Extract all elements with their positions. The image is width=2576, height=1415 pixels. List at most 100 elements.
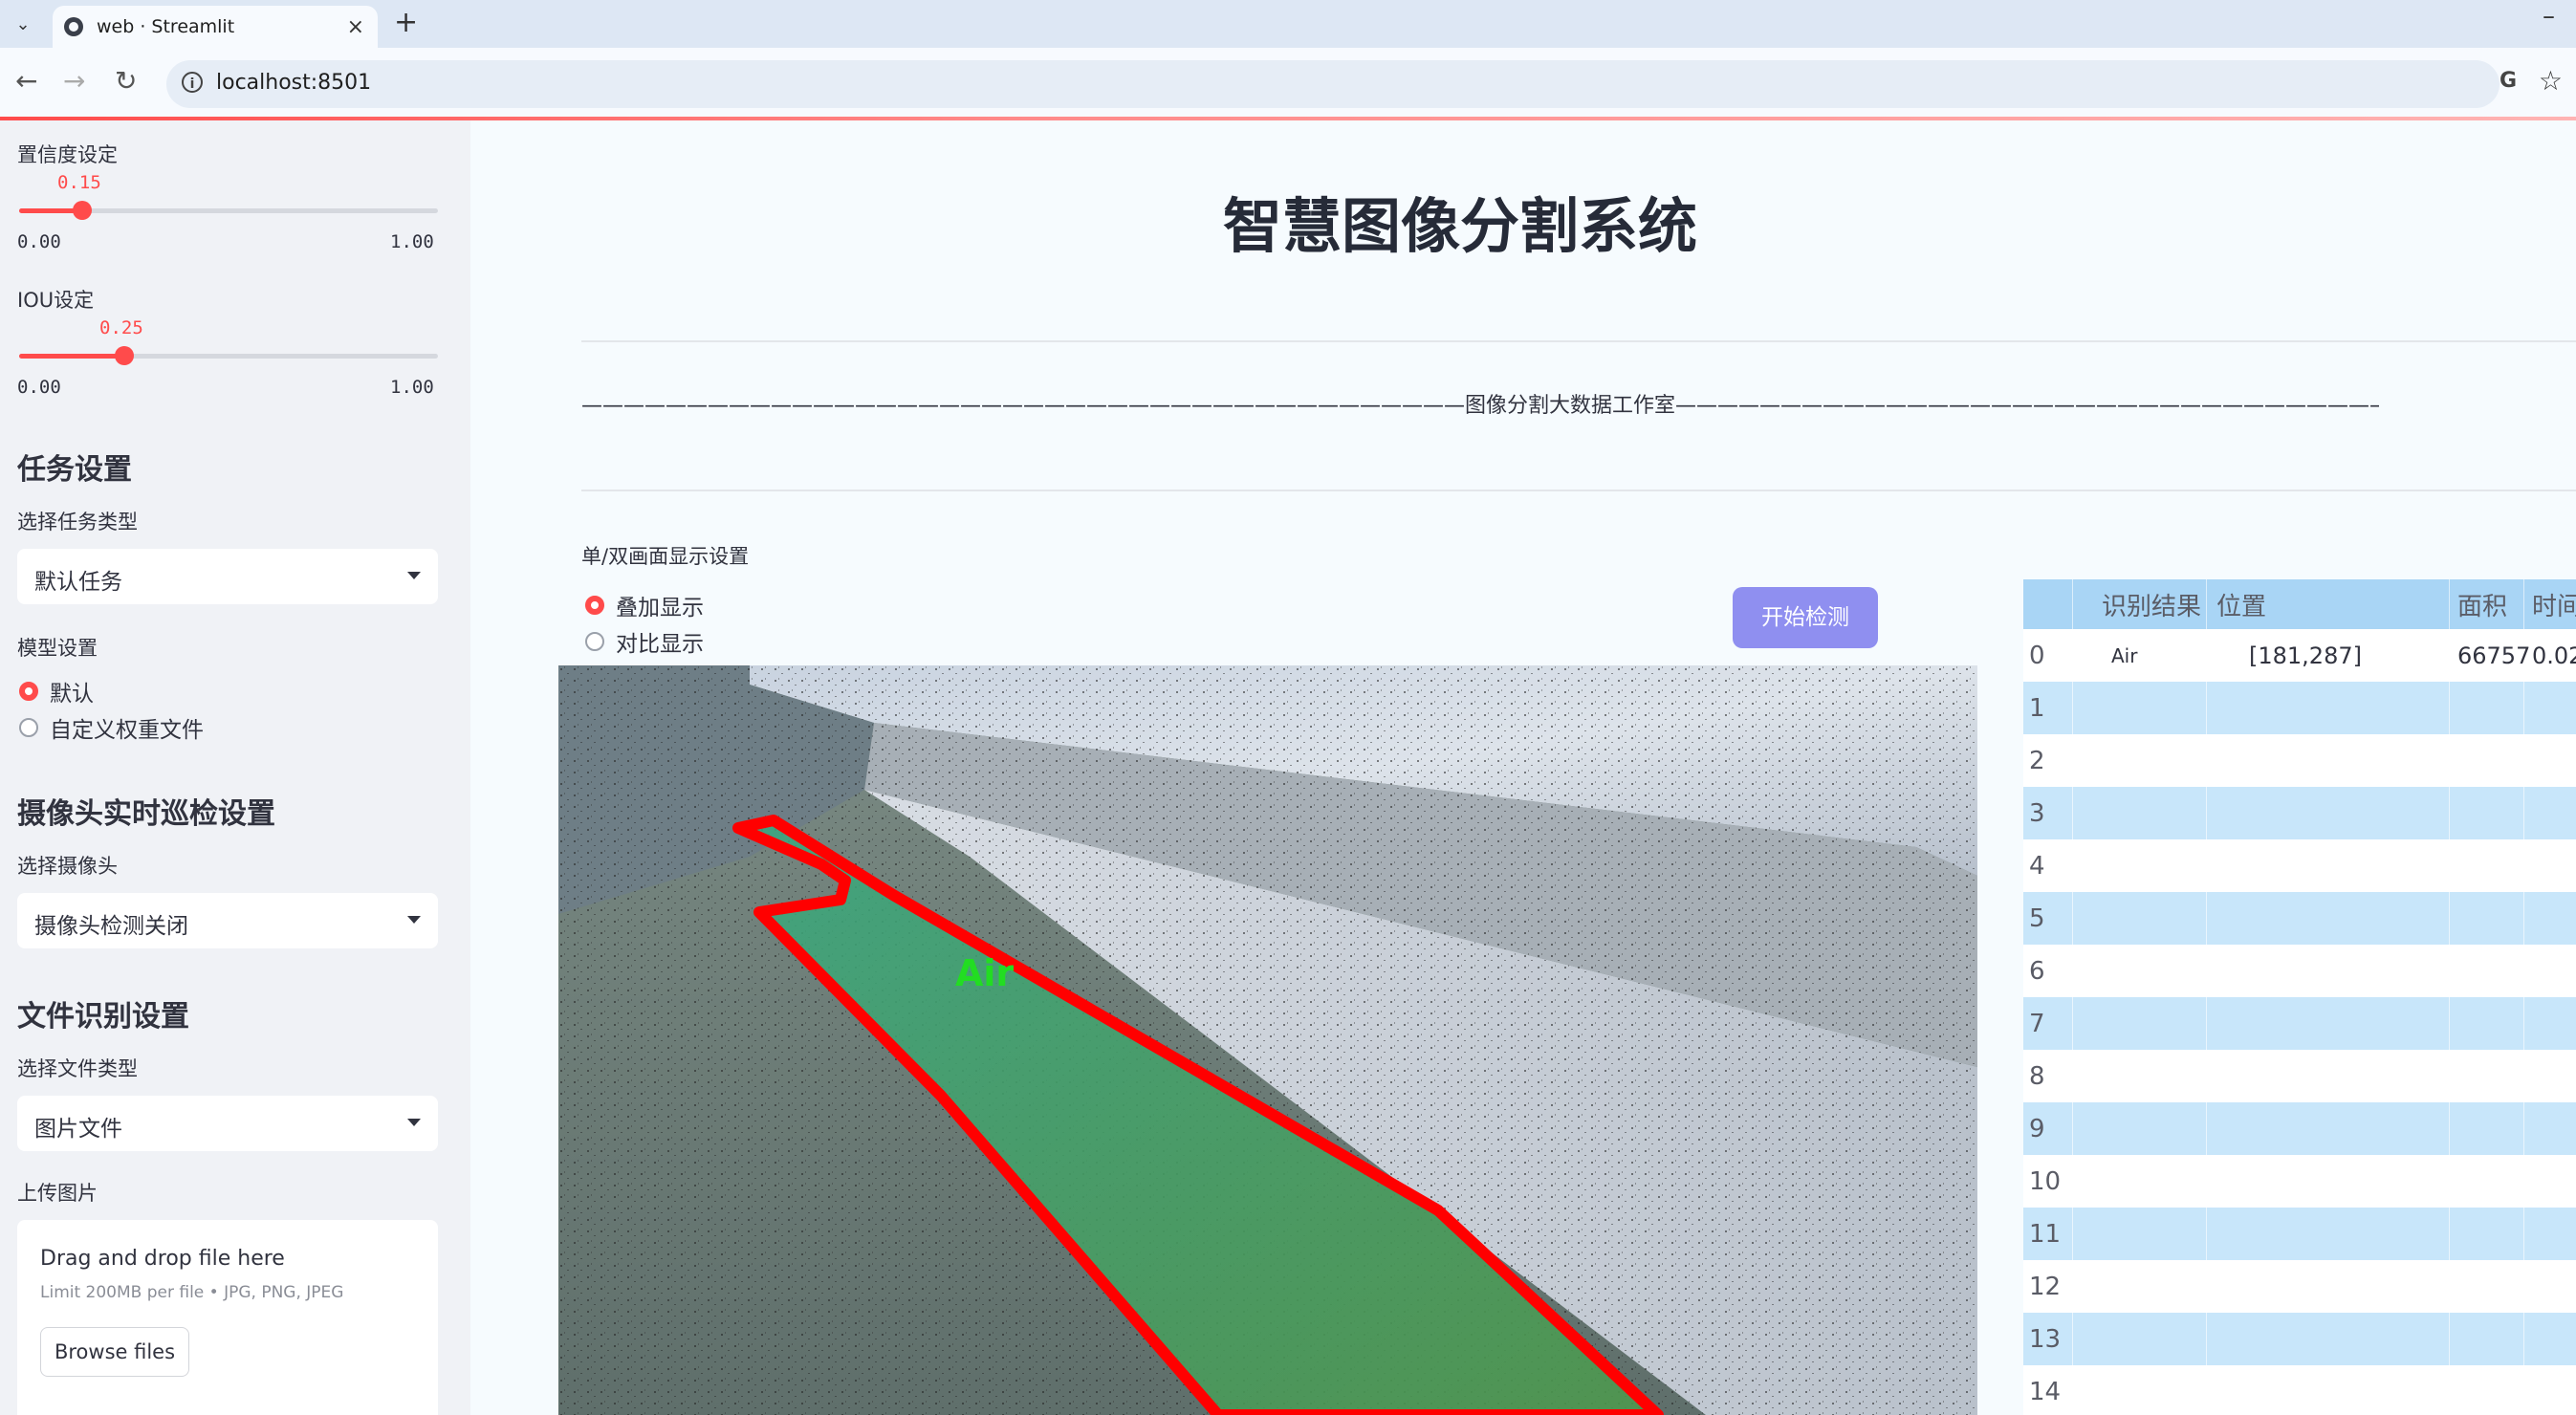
table-cell-area: [2450, 839, 2524, 892]
file-type-select[interactable]: 图片文件: [17, 1096, 438, 1151]
display-option-overlay[interactable]: 叠加显示: [585, 589, 704, 621]
column-header[interactable]: 面积: [2450, 579, 2524, 629]
table-cell-time: [2524, 1208, 2576, 1260]
table-row[interactable]: 5: [2023, 892, 2576, 945]
tab-list-button[interactable]: ⌄: [6, 8, 40, 40]
iou-slider-thumb[interactable]: [114, 346, 134, 365]
row-index: 11: [2023, 1208, 2073, 1260]
row-index: 12: [2023, 1260, 2073, 1313]
upload-limits: Limit 200MB per file • JPG, PNG, JPEG: [40, 1283, 344, 1302]
table-row[interactable]: 14: [2023, 1365, 2576, 1415]
column-header[interactable]: 位置: [2207, 579, 2450, 629]
table-cell-area: [2450, 734, 2524, 787]
table-cell-time: [2524, 1155, 2576, 1208]
bookmark-star-icon[interactable]: ☆: [2539, 65, 2563, 97]
table-row[interactable]: 0 Air [181,287] 66757 0.02: [2023, 629, 2576, 682]
table-cell-time: [2524, 787, 2576, 839]
minimize-button[interactable]: –: [2543, 2, 2555, 31]
chevron-down-icon: [407, 572, 421, 579]
table-row[interactable]: 13: [2023, 1313, 2576, 1365]
table-cell-area: [2450, 997, 2524, 1050]
model-option-label: 自定义权重文件: [50, 718, 204, 743]
table-body: 0 Air [181,287] 66757 0.02 1 2 3 4 5 6 7 8 9 10 11 12 13 1…: [2023, 629, 2576, 1415]
table-row[interactable]: 3: [2023, 787, 2576, 839]
radio-unselected-icon[interactable]: [585, 632, 604, 651]
table-cell-position: [2207, 734, 2450, 787]
index-header: [2023, 579, 2073, 629]
results-table[interactable]: 识别结果 位置 面积 时间 0 Air [181,287] 66757 0.02 1 2 3 4…: [2023, 579, 2576, 1415]
table-cell-result: [2073, 1208, 2207, 1260]
table-row[interactable]: 7: [2023, 997, 2576, 1050]
main-content: 智慧图像分割系统 ———————————————————————————————…: [470, 120, 2576, 1415]
table-cell-position: [2207, 1208, 2450, 1260]
url-bar[interactable]: i localhost:8501: [166, 60, 2500, 108]
divider: [581, 490, 2576, 491]
column-header[interactable]: 识别结果: [2073, 579, 2207, 629]
browser-tab[interactable]: web · Streamlit ×: [53, 6, 378, 48]
table-cell-result: [2073, 997, 2207, 1050]
browser-tab-bar: ⌄ web · Streamlit × + –: [0, 0, 2576, 48]
table-row[interactable]: 12: [2023, 1260, 2576, 1313]
table-cell-time: [2524, 892, 2576, 945]
table-cell-result: Air: [2073, 629, 2207, 682]
table-cell-time: [2524, 1102, 2576, 1155]
table-cell-area: [2450, 892, 2524, 945]
model-option-default[interactable]: 默认: [19, 675, 94, 708]
translate-icon[interactable]: G: [2500, 69, 2517, 93]
radio-unselected-icon[interactable]: [19, 718, 38, 737]
table-row[interactable]: 2: [2023, 734, 2576, 787]
url-text[interactable]: localhost:8501: [216, 71, 371, 95]
iou-slider[interactable]: [19, 346, 438, 365]
table-row[interactable]: 11: [2023, 1208, 2576, 1260]
radio-selected-icon[interactable]: [585, 596, 604, 615]
divider: [581, 340, 2576, 342]
site-info-icon[interactable]: i: [182, 72, 203, 93]
new-tab-button[interactable]: +: [394, 6, 418, 39]
confidence-max: 1.00: [390, 231, 434, 252]
forward-button[interactable]: →: [63, 65, 85, 97]
sidebar: 置信度设定 0.15 0.00 1.00 IOU设定 0.25 0.00 1.0…: [0, 120, 470, 1415]
row-index: 3: [2023, 787, 2073, 839]
camera-select[interactable]: 摄像头检测关闭: [17, 893, 438, 948]
upload-label: 上传图片: [17, 1182, 98, 1205]
table-cell-area: [2450, 682, 2524, 734]
chevron-down-icon: [407, 1119, 421, 1126]
radio-selected-icon[interactable]: [19, 682, 38, 701]
confidence-slider[interactable]: [19, 201, 438, 220]
table-cell-area: [2450, 787, 2524, 839]
model-option-custom[interactable]: 自定义权重文件: [19, 711, 204, 744]
studio-banner: ————————————————————————————————————————…: [581, 394, 2379, 418]
table-cell-area: [2450, 1365, 2524, 1415]
back-button[interactable]: ←: [15, 65, 37, 97]
table-row[interactable]: 9: [2023, 1102, 2576, 1155]
start-detection-button[interactable]: 开始检测: [1733, 587, 1878, 648]
table-cell-position: [2207, 1365, 2450, 1415]
task-type-label: 选择任务类型: [17, 511, 138, 533]
camera-selected: 摄像头检测关闭: [34, 914, 188, 939]
column-header[interactable]: 时间: [2524, 579, 2576, 629]
browse-files-button[interactable]: Browse files: [40, 1327, 189, 1377]
table-cell-time: [2524, 997, 2576, 1050]
row-index: 2: [2023, 734, 2073, 787]
row-index: 14: [2023, 1365, 2073, 1415]
display-option-compare[interactable]: 对比显示: [585, 625, 704, 658]
reload-button[interactable]: ↻: [115, 65, 137, 97]
table-cell-position: [2207, 1102, 2450, 1155]
iou-max: 1.00: [390, 377, 434, 398]
table-cell-position: [181,287]: [2207, 629, 2450, 682]
table-row[interactable]: 8: [2023, 1050, 2576, 1102]
table-row[interactable]: 1: [2023, 682, 2576, 734]
file-uploader-dropzone[interactable]: Drag and drop file here Limit 200MB per …: [17, 1220, 438, 1415]
camera-settings-header: 摄像头实时巡检设置: [17, 797, 275, 831]
chevron-down-icon: [407, 916, 421, 924]
table-cell-position: [2207, 1155, 2450, 1208]
iou-slider-fill: [19, 354, 124, 359]
task-settings-header: 任务设置: [17, 453, 132, 487]
table-row[interactable]: 6: [2023, 945, 2576, 997]
task-type-select[interactable]: 默认任务: [17, 549, 438, 604]
table-row[interactable]: 10: [2023, 1155, 2576, 1208]
confidence-slider-thumb[interactable]: [72, 201, 92, 220]
table-cell-area: [2450, 1208, 2524, 1260]
table-row[interactable]: 4: [2023, 839, 2576, 892]
close-icon[interactable]: ×: [347, 15, 364, 39]
